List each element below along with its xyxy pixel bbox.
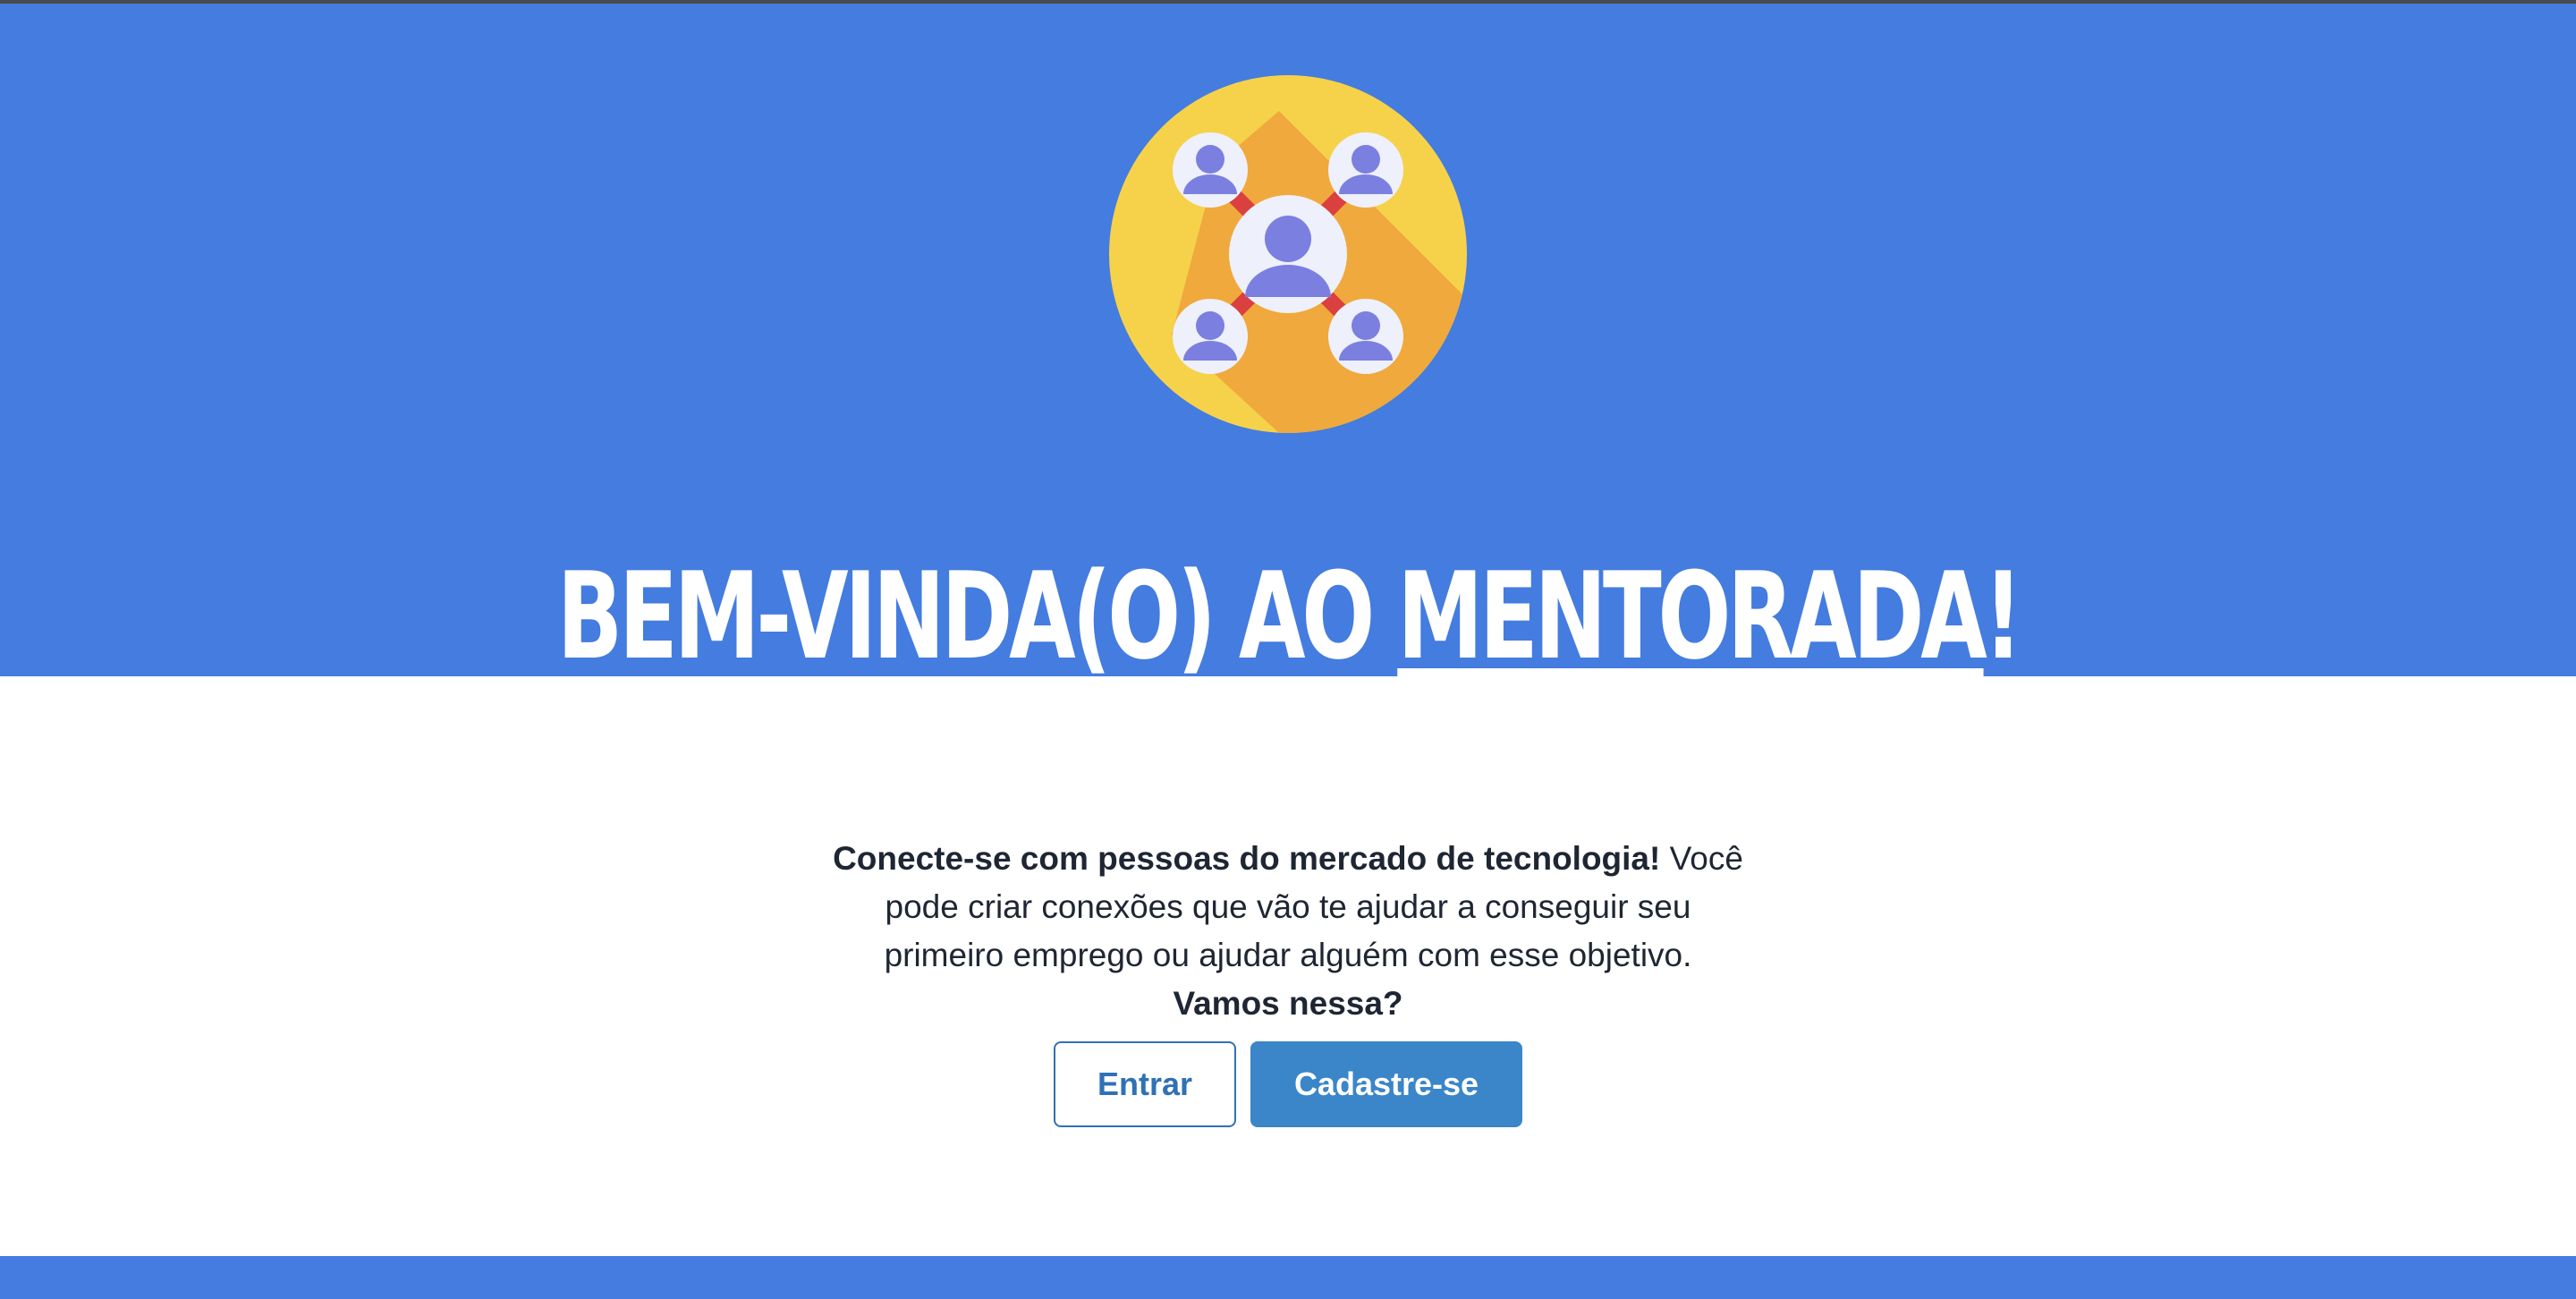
signup-button[interactable]: Cadastre-se bbox=[1250, 1041, 1522, 1127]
intro-closing: Vamos nessa? bbox=[1173, 985, 1403, 1022]
hero-banner: BEM-VINDA(O) AO MENTORADA! bbox=[0, 4, 2576, 683]
main-content: Conecte-se com pessoas do mercado de tec… bbox=[0, 676, 2576, 1256]
title-prefix: BEM-VINDA(O) AO bbox=[556, 546, 1398, 686]
action-buttons: Entrar Cadastre-se bbox=[0, 1041, 2576, 1127]
network-people-icon bbox=[1109, 75, 1467, 433]
footer-bar bbox=[0, 1256, 2576, 1299]
brand-name: MENTORADA bbox=[1397, 546, 1987, 686]
login-button[interactable]: Entrar bbox=[1054, 1041, 1236, 1127]
title-suffix: ! bbox=[1983, 546, 2023, 686]
intro-text: Conecte-se com pessoas do mercado de tec… bbox=[832, 835, 1744, 1028]
page-title: BEM-VINDA(O) AO MENTORADA! bbox=[360, 549, 2216, 683]
intro-lead: Conecte-se com pessoas do mercado de tec… bbox=[833, 840, 1661, 877]
